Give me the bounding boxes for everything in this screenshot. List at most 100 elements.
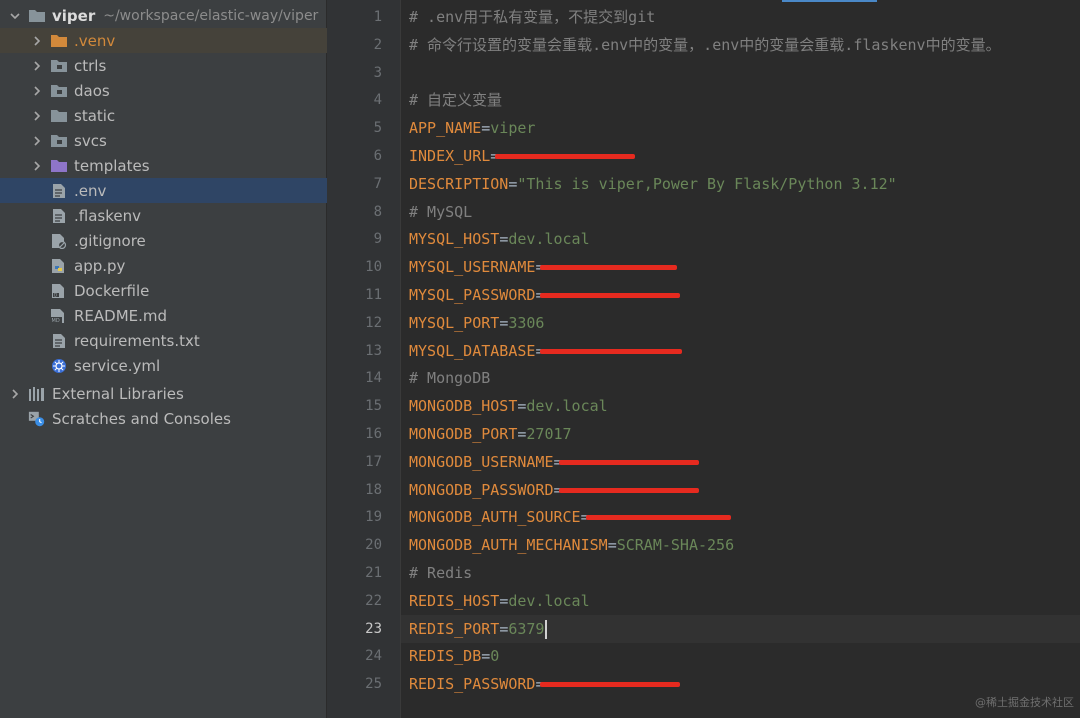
code-line[interactable]: # 自定义变量: [409, 86, 502, 114]
chevron-right-icon[interactable]: [30, 159, 44, 173]
code-line[interactable]: MONGODB_PORT=27017: [409, 420, 572, 448]
chevron-right-icon[interactable]: [30, 34, 44, 48]
env-key: INDEX_URL: [409, 147, 491, 165]
line-number[interactable]: 24: [365, 642, 382, 670]
tree-item-readme[interactable]: MD README.md: [0, 303, 376, 328]
line-number[interactable]: 1: [374, 3, 382, 31]
tree-item-label: service.yml: [74, 356, 161, 375]
line-number[interactable]: 19: [365, 503, 382, 531]
line-number[interactable]: 15: [365, 392, 382, 420]
chevron-right-icon[interactable]: [8, 387, 22, 401]
line-number[interactable]: 17: [365, 448, 382, 476]
package-folder-icon: [50, 83, 68, 99]
equals-sign: =: [481, 119, 491, 138]
line-number[interactable]: 20: [365, 531, 382, 559]
tree-item-service-yml[interactable]: service.yml: [0, 353, 376, 378]
tree-item-templates[interactable]: templates: [0, 153, 356, 178]
line-number[interactable]: 12: [365, 309, 382, 337]
chevron-right-icon[interactable]: [30, 59, 44, 73]
tree-item-daos[interactable]: daos: [0, 78, 356, 103]
code-line[interactable]: MONGODB_PASSWORD=: [409, 476, 699, 504]
tree-root-path: ~/workspace/elastic-way/viper: [103, 7, 319, 24]
code-line[interactable]: REDIS_PORT=6379: [409, 615, 548, 643]
code-line[interactable]: REDIS_HOST=dev.local: [409, 587, 590, 615]
code-line[interactable]: MONGODB_AUTH_MECHANISM=SCRAM-SHA-256: [409, 531, 734, 559]
line-number[interactable]: 7: [374, 170, 382, 198]
code-line[interactable]: MYSQL_PORT=3306: [409, 309, 544, 337]
comment-text: # .env用于私有变量，不提交到git: [409, 8, 656, 26]
code-line[interactable]: # MySQL: [409, 198, 472, 226]
tree-item-venv[interactable]: .venv: [0, 28, 356, 53]
line-number[interactable]: 2: [374, 31, 382, 59]
chevron-right-icon[interactable]: [30, 109, 44, 123]
tree-item-label: daos: [74, 81, 110, 100]
env-key: MYSQL_USERNAME: [409, 258, 536, 277]
line-number[interactable]: 8: [374, 198, 382, 226]
env-key: REDIS_PORT: [409, 619, 500, 638]
line-number-gutter[interactable]: 1 2 3 4 5 6 7 8 9 10 11 12 13 14 15 16 17 18 19 20 21 22 23 24 2…: [327, 0, 401, 718]
text-file-icon: [50, 333, 68, 349]
line-number[interactable]: 11: [365, 281, 382, 309]
watermark: @稀土掘金技术社区: [975, 696, 1074, 709]
line-number[interactable]: 13: [365, 337, 382, 365]
tree-item-label: External Libraries: [52, 384, 184, 403]
env-value: "This is viper,Power By Flask/Python 3.1…: [517, 174, 897, 193]
code-line[interactable]: APP_NAME=viper: [409, 114, 535, 142]
tree-item-label: Dockerfile: [74, 281, 150, 300]
tree-item-env[interactable]: .env: [0, 178, 376, 203]
redaction-mark: [540, 348, 683, 354]
redaction-mark: [540, 265, 678, 271]
code-line[interactable]: REDIS_DB=0: [409, 642, 499, 670]
tree-item-flaskenv[interactable]: .flaskenv: [0, 203, 376, 228]
code-line[interactable]: MONGODB_AUTH_SOURCE=: [409, 503, 731, 531]
code-line[interactable]: # Redis: [409, 559, 472, 587]
tree-item-requirements[interactable]: requirements.txt: [0, 328, 376, 353]
env-key: MYSQL_PASSWORD: [409, 286, 536, 304]
package-folder-icon: [50, 58, 68, 74]
line-number[interactable]: 16: [365, 420, 382, 448]
redaction-mark: [540, 682, 681, 688]
tree-item-svcs[interactable]: svcs: [0, 128, 356, 153]
line-number[interactable]: 4: [374, 86, 382, 114]
line-number[interactable]: 6: [374, 142, 382, 170]
chevron-right-icon[interactable]: [30, 134, 44, 148]
code-editor[interactable]: 1 2 3 4 5 6 7 8 9 10 11 12 13 14 15 16 17 18 19 20 21 22 23 24 2…: [327, 0, 1080, 718]
code-line[interactable]: DESCRIPTION="This is viper,Power By Flas…: [409, 170, 897, 198]
tree-root-viper[interactable]: viper ~/workspace/elastic-way/viper: [0, 3, 334, 28]
tree-scratches-consoles[interactable]: Scratches and Consoles: [0, 406, 354, 431]
code-line[interactable]: # MongoDB: [409, 364, 490, 392]
code-line[interactable]: MYSQL_HOST=dev.local: [409, 225, 590, 253]
active-tab-indicator: [782, 0, 877, 2]
code-line[interactable]: MYSQL_USERNAME=: [409, 253, 678, 281]
tree-external-libraries[interactable]: External Libraries: [0, 381, 334, 406]
equals-sign: =: [607, 536, 617, 555]
code-line[interactable]: MYSQL_DATABASE=: [409, 337, 683, 365]
code-line[interactable]: INDEX_URL=: [409, 142, 636, 170]
chevron-right-icon[interactable]: [30, 84, 44, 98]
code-line[interactable]: # 命令行设置的变量会重载.env中的变量，.env中的变量会重载.flaske…: [409, 31, 1001, 59]
code-line[interactable]: MONGODB_USERNAME=: [409, 448, 699, 476]
env-key: MYSQL_PORT: [409, 313, 500, 332]
tree-item-app-py[interactable]: app.py: [0, 253, 376, 278]
tree-item-gitignore[interactable]: .gitignore: [0, 228, 376, 253]
line-number[interactable]: 14: [365, 364, 382, 392]
line-number[interactable]: 22: [365, 587, 382, 615]
line-number[interactable]: 10: [365, 253, 382, 281]
tree-item-dockerfile[interactable]: D Dockerfile: [0, 278, 376, 303]
line-number[interactable]: 21: [365, 559, 382, 587]
line-number[interactable]: 18: [365, 476, 382, 504]
code-line[interactable]: REDIS_PASSWORD=: [409, 670, 681, 698]
code-line[interactable]: # .env用于私有变量，不提交到git: [409, 3, 655, 31]
code-line[interactable]: MYSQL_PASSWORD=: [409, 281, 681, 309]
code-line[interactable]: MONGODB_HOST=dev.local: [409, 392, 608, 420]
line-number[interactable]: 9: [374, 225, 382, 253]
chevron-down-icon[interactable]: [8, 9, 22, 23]
tree-item-static[interactable]: static: [0, 103, 356, 128]
tree-item-ctrls[interactable]: ctrls: [0, 53, 356, 78]
env-key: MONGODB_HOST: [409, 397, 518, 416]
line-number[interactable]: 23: [365, 615, 382, 643]
python-file-icon: [50, 258, 68, 274]
line-number[interactable]: 25: [365, 670, 382, 698]
line-number[interactable]: 5: [374, 114, 382, 142]
line-number[interactable]: 3: [374, 59, 382, 87]
